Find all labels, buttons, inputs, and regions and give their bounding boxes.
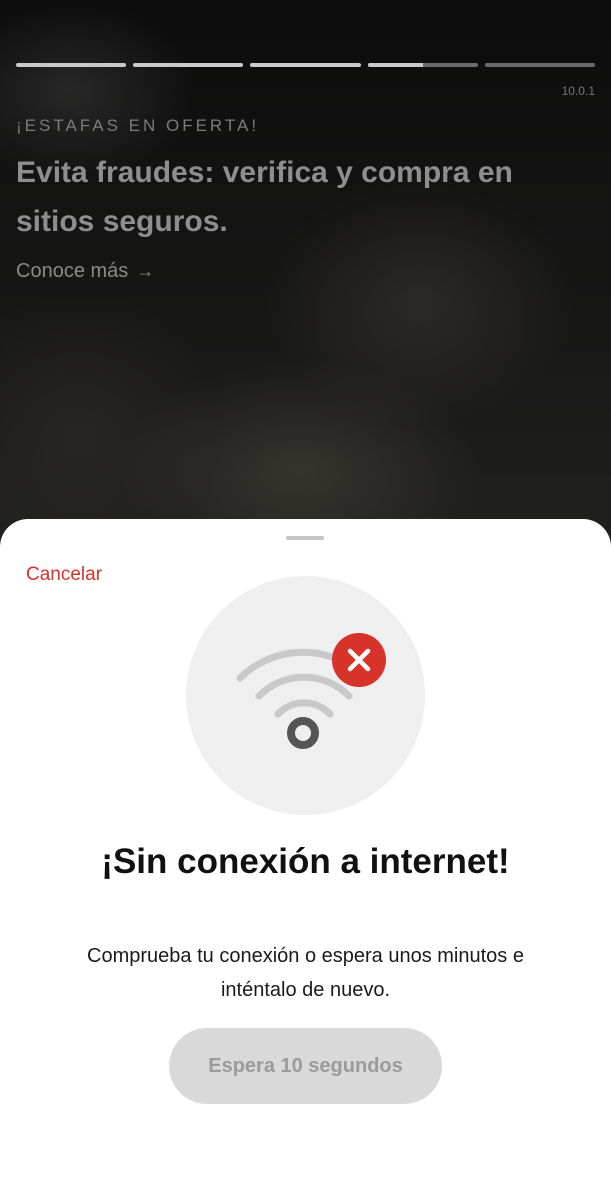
- arrow-right-icon: →: [136, 261, 155, 281]
- app-version: 10.0.1: [561, 84, 595, 98]
- wait-retry-button[interactable]: Espera 10 segundos: [169, 1028, 442, 1104]
- story-progress-segment: [133, 63, 244, 67]
- learn-more-link[interactable]: Conoce más →: [16, 260, 154, 283]
- story-progress-segment: [484, 63, 596, 67]
- story-progress-segment: [16, 63, 127, 67]
- learn-more-label: Conoce más: [16, 260, 129, 282]
- sheet-description: Comprueba tu conexión o espera unos minu…: [87, 945, 524, 1001]
- story-progress-bar: [16, 63, 596, 67]
- wifi-off-icon: [236, 633, 386, 749]
- sheet-drag-handle[interactable]: [286, 536, 324, 540]
- illustration-circle: [186, 576, 425, 815]
- bottom-sheet: Cancelar ¡Sin conexión a internet! Compr…: [0, 519, 611, 1200]
- story-progress-segment: [250, 63, 361, 67]
- cancel-button[interactable]: Cancelar: [26, 564, 102, 586]
- sheet-title: ¡Sin conexión a internet!: [101, 842, 510, 881]
- story-eyebrow: ¡ESTAFAS EN OFERTA!: [16, 116, 260, 135]
- story-progress-segment: [367, 63, 478, 67]
- story-headline: Evita fraudes: verifica y compra en siti…: [16, 156, 513, 238]
